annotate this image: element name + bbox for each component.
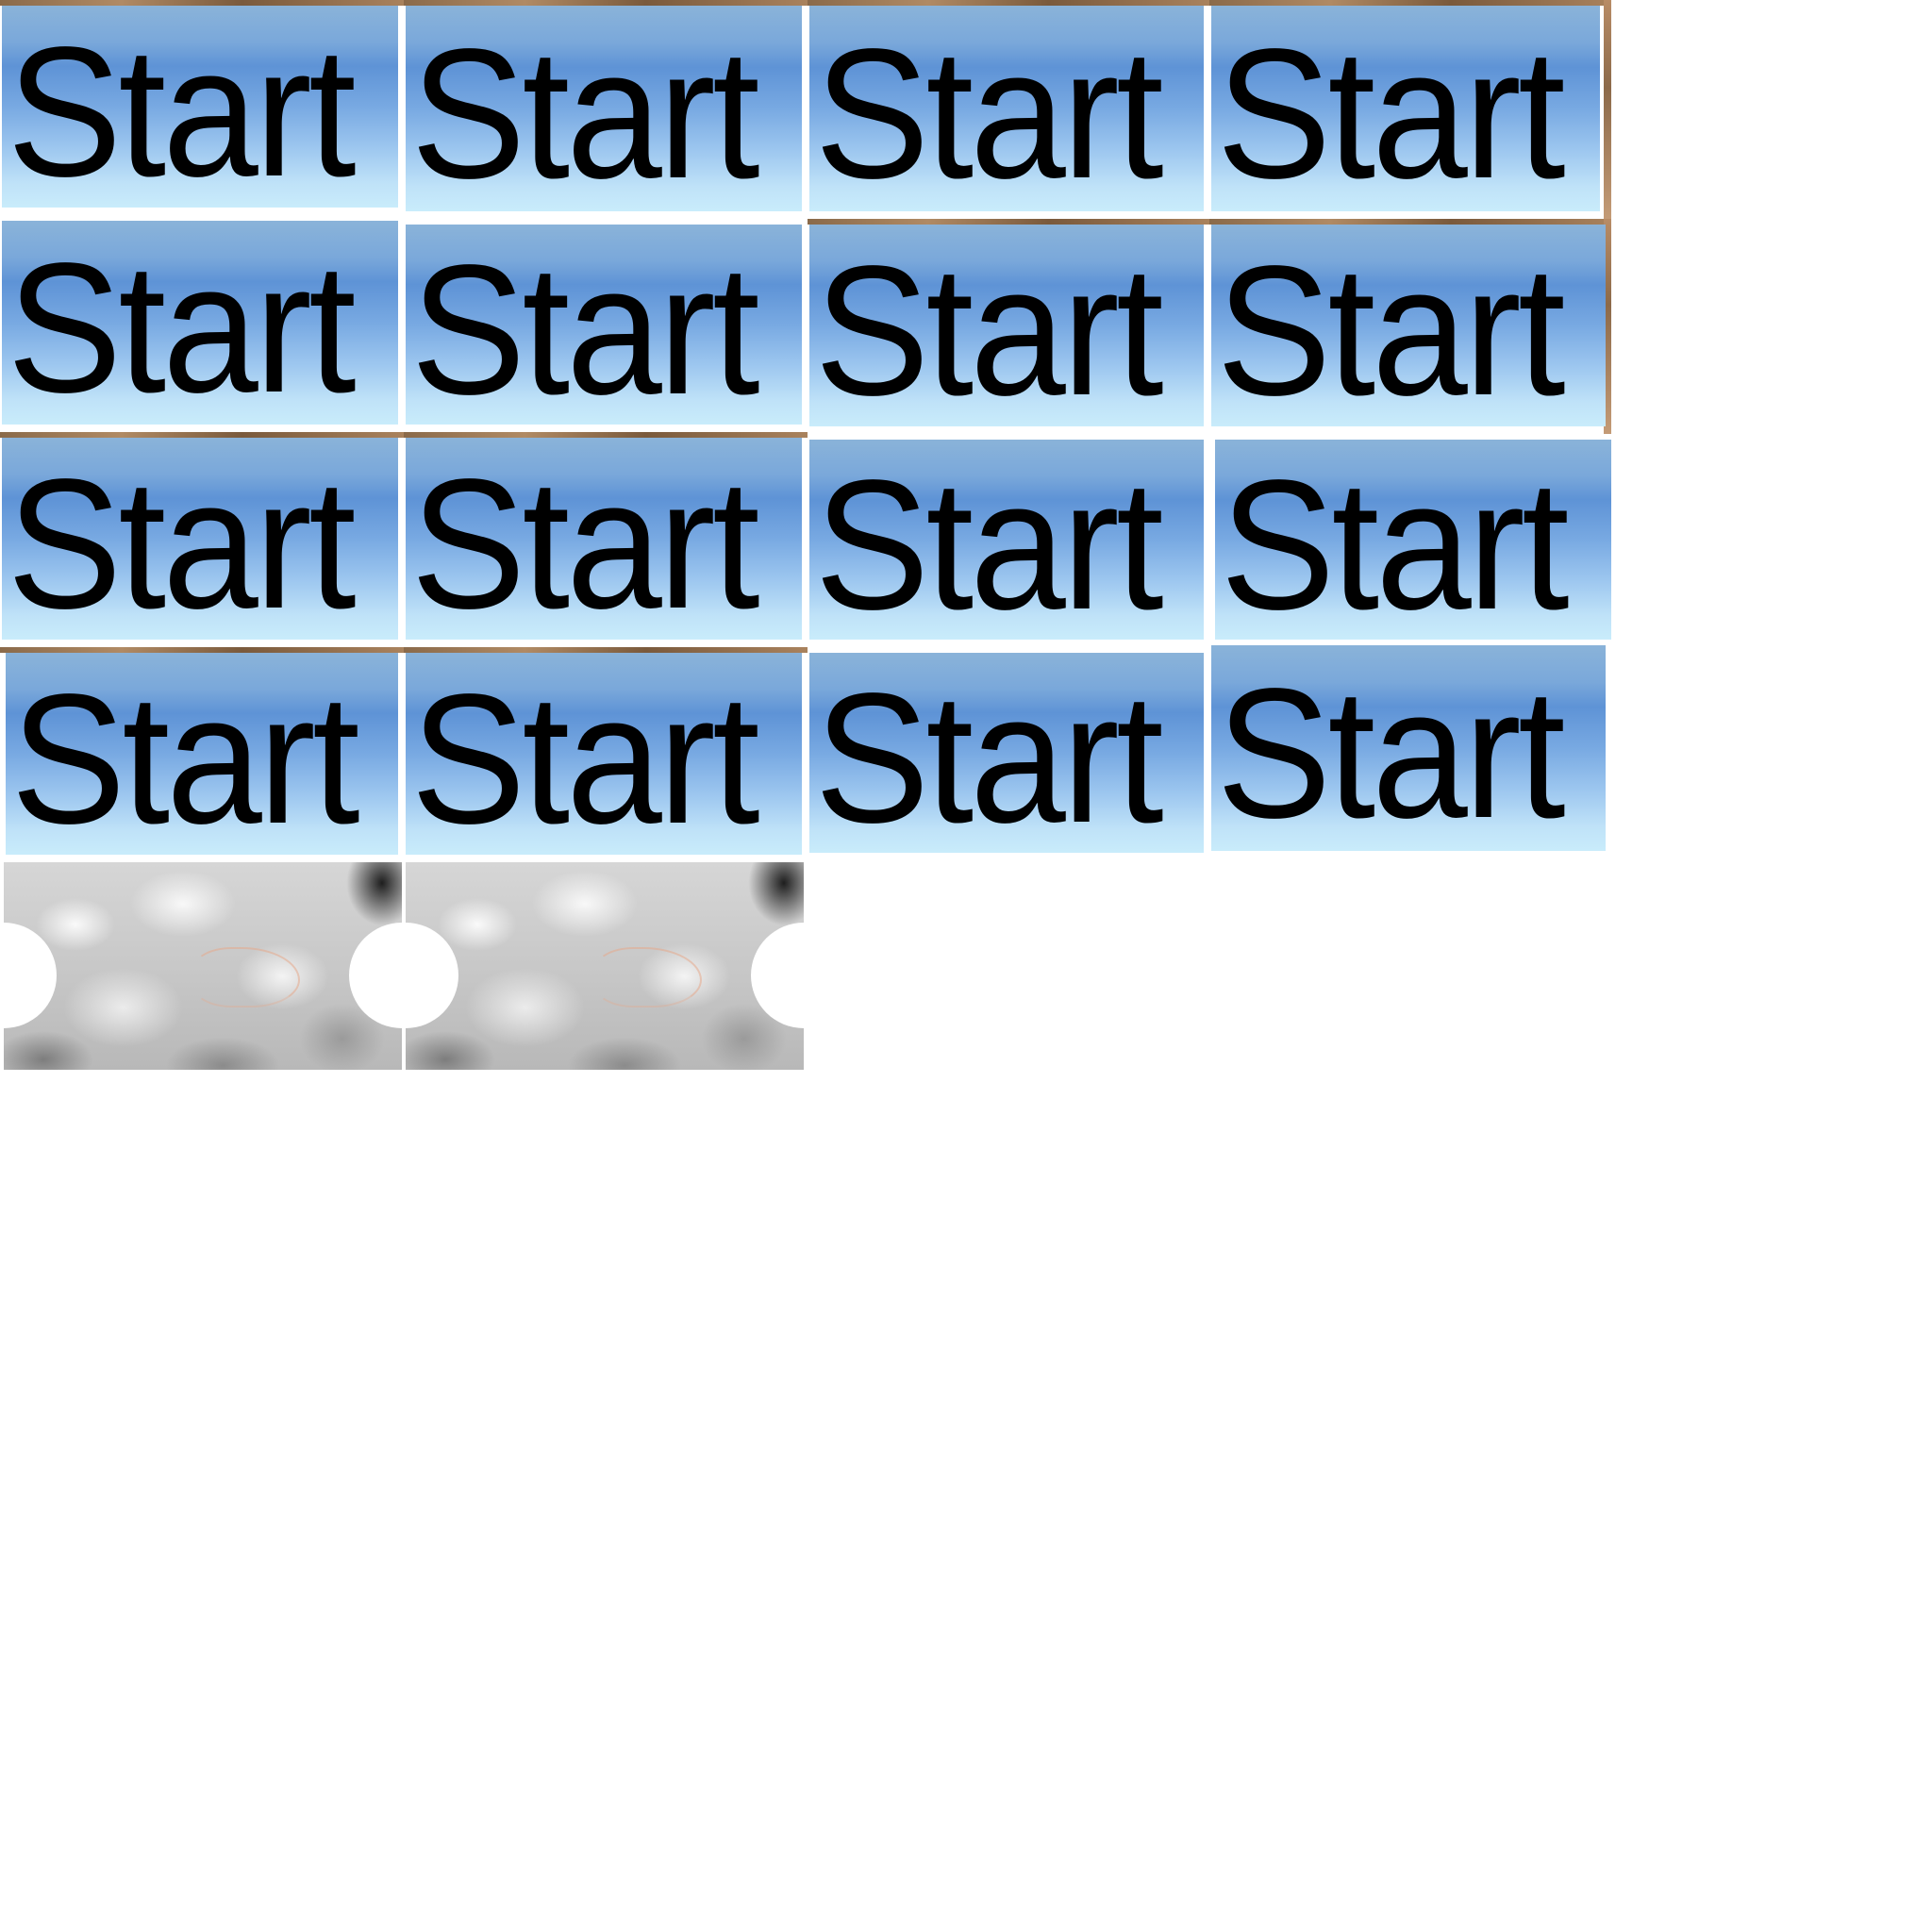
- start-button-frame: Start: [1209, 0, 1611, 219]
- start-button[interactable]: Start: [809, 440, 1204, 640]
- start-button-label: Start: [410, 441, 760, 647]
- start-button[interactable]: Start: [406, 6, 802, 211]
- frame-edge: [1604, 0, 1611, 219]
- start-button-label: Start: [7, 8, 357, 215]
- start-button-frame: Start: [1209, 219, 1611, 434]
- cloud-panel: [4, 862, 402, 1070]
- start-button[interactable]: Start: [1211, 225, 1606, 426]
- panel-hole: [4, 923, 57, 1028]
- start-button-label: Start: [814, 10, 1164, 217]
- start-button-frame: Start: [808, 434, 1209, 647]
- start-button-label: Start: [1220, 441, 1570, 647]
- start-button[interactable]: Start: [2, 438, 398, 640]
- start-button[interactable]: Start: [809, 6, 1204, 211]
- start-button-label: Start: [410, 656, 760, 862]
- start-button[interactable]: Start: [6, 653, 398, 855]
- start-button-label: Start: [814, 227, 1164, 434]
- start-button-label: Start: [1216, 650, 1566, 857]
- start-button[interactable]: Start: [1211, 645, 1606, 851]
- start-button-frame: Start: [808, 0, 1209, 219]
- start-button[interactable]: Start: [2, 221, 398, 425]
- start-button-label: Start: [814, 655, 1164, 860]
- start-button-frame: Start: [1209, 641, 1611, 862]
- start-button-label: Start: [10, 656, 360, 862]
- start-button-label: Start: [1216, 10, 1566, 217]
- cloud-panel: [406, 862, 804, 1070]
- start-button-label: Start: [410, 226, 760, 432]
- panel-hole: [349, 923, 402, 1028]
- start-button-frame: Start: [808, 647, 1209, 860]
- start-button-frame: Start: [0, 215, 404, 432]
- start-button-frame: Start: [808, 219, 1209, 434]
- start-button[interactable]: Start: [809, 225, 1204, 426]
- panel-hole: [751, 923, 804, 1028]
- start-button-label: Start: [1216, 227, 1566, 434]
- sprite-sheet: Start Start Start Start Start Start Star…: [0, 0, 1932, 1932]
- start-button[interactable]: Start: [406, 438, 802, 640]
- start-button-label: Start: [410, 10, 760, 217]
- start-button-label: Start: [814, 441, 1164, 647]
- start-button[interactable]: Start: [406, 225, 802, 425]
- start-button-frame: Start: [0, 432, 404, 647]
- faint-sigil-icon: [594, 947, 702, 1008]
- start-button-label: Start: [7, 441, 357, 647]
- start-button-frame: Start: [1209, 434, 1611, 647]
- start-button-label: Start: [7, 225, 357, 431]
- start-button[interactable]: Start: [406, 653, 802, 855]
- start-button-frame: Start: [404, 0, 808, 219]
- start-button-frame: Start: [0, 0, 404, 215]
- start-button[interactable]: Start: [1215, 440, 1611, 640]
- start-button[interactable]: Start: [2, 6, 398, 208]
- start-button-frame: Start: [404, 432, 808, 647]
- start-button[interactable]: Start: [809, 653, 1204, 853]
- start-button-frame: Start: [404, 219, 808, 432]
- faint-sigil-icon: [192, 947, 300, 1008]
- start-button-frame: Start: [404, 647, 808, 862]
- panel-hole: [406, 923, 458, 1028]
- start-button[interactable]: Start: [1211, 6, 1600, 211]
- start-button-frame: Start: [0, 647, 404, 862]
